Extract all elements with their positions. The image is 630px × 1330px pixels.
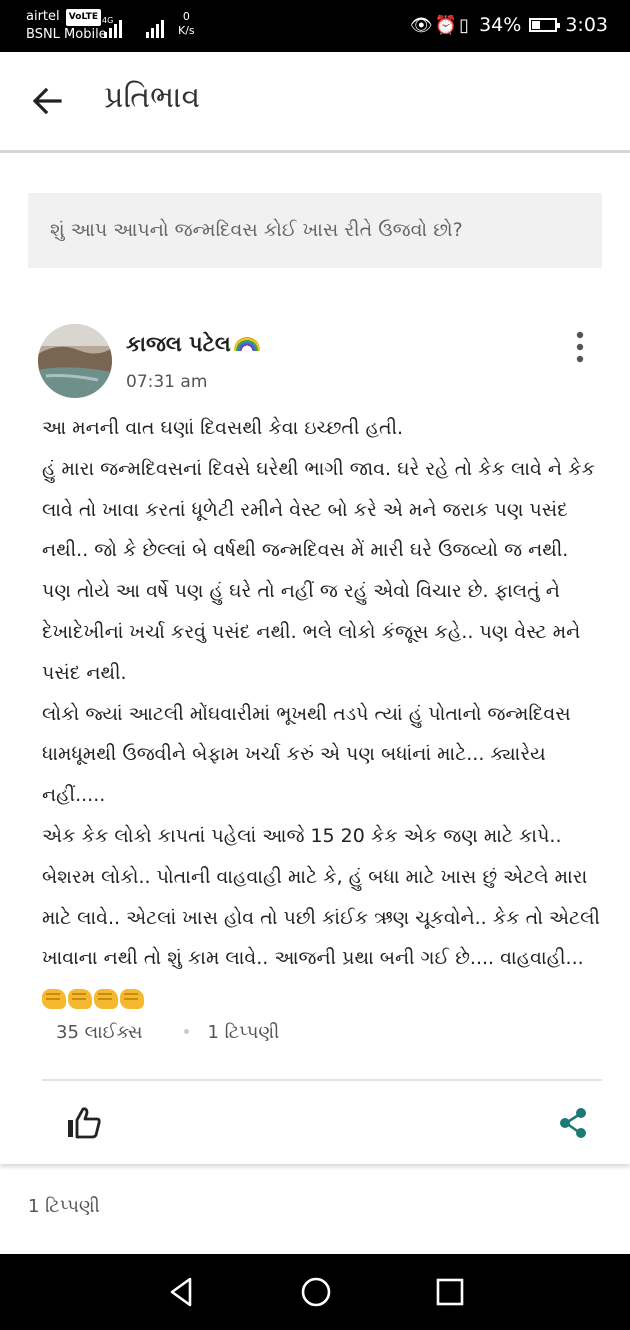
post-paragraph: હું મારા જન્મદિવસનાં દિવસે ઘરેથી ભાગી જા… [42, 457, 595, 684]
post-card: કાજલ પટેલ 07:31 am આ મનની વાત ઘણાં દિવસથ… [0, 300, 630, 1164]
arrow-left-icon[interactable] [30, 84, 64, 118]
thumbs-up-icon[interactable] [66, 1106, 102, 1140]
post-paragraph-text: એક કેક લોકો કાપતાં પહેલાં આજે 15 20 કેક … [42, 824, 600, 970]
eye-alarm-vibrate-icon: 👁⏰▯ [409, 14, 472, 36]
comments-count-link[interactable]: 1 ટિપ્પણી [207, 1022, 279, 1043]
separator-dot [184, 1029, 190, 1034]
network-speed: 0 K/s [178, 10, 195, 38]
nav-back-icon[interactable] [164, 1274, 200, 1310]
oncoming-fist-icon [68, 989, 92, 1010]
status-bar: airtel VoLTE BSNL Mobile 4G 0 K/s 👁⏰▯ 34… [0, 0, 630, 52]
author-name-text: કાજલ પટેલ [126, 332, 231, 356]
more-vert-icon[interactable] [570, 330, 590, 364]
nav-recents-icon[interactable] [432, 1274, 468, 1310]
oncoming-fist-icon [42, 989, 66, 1010]
system-nav-bar [0, 1254, 630, 1330]
oncoming-fist-icon [94, 989, 118, 1010]
post-stats: 35 લાઈક્સ 1 ટિપ્પણી [56, 1022, 279, 1043]
carrier-secondary: BSNL Mobile [26, 27, 107, 42]
carrier-info: airtel VoLTE BSNL Mobile [26, 8, 107, 43]
app-bar: પ્રતિભાવ [0, 52, 630, 153]
battery-percent: 34% [479, 14, 522, 36]
comments-section-count: 1 ટિપ્પણી [28, 1196, 100, 1217]
page-title: પ્રતિભાવ [104, 80, 201, 115]
post-body: આ મનની વાત ઘણાં દિવસથી કેવા ઇચ્છતી હતી. … [42, 408, 602, 1020]
share-icon[interactable] [558, 1106, 588, 1140]
volte-badge: VoLTE [65, 9, 101, 26]
avatar[interactable] [38, 324, 112, 398]
post-paragraph: આ મનની વાત ઘણાં દિવસથી કેવા ઇચ્છતી હતી. [42, 417, 404, 439]
battery-fill [532, 21, 541, 29]
clock: 3:03 [565, 14, 608, 36]
svg-text:4G: 4G [102, 16, 113, 25]
post-paragraph: એક કેક લોકો કાપતાં પહેલાં આજે 15 20 કેક … [42, 816, 602, 1020]
nav-home-icon[interactable] [298, 1274, 334, 1310]
likes-count[interactable]: 35 લાઈક્સ [56, 1022, 142, 1043]
oncoming-fist-icon [120, 989, 144, 1010]
question-banner[interactable]: શું આપ આપનો જન્મદિવસ કોઈ ખાસ રીતે ઉજવો છ… [28, 193, 602, 268]
divider [42, 1079, 602, 1081]
author-name[interactable]: કાજલ પટેલ [126, 332, 260, 357]
net-speed-unit: K/s [178, 24, 195, 37]
net-speed-value: 0 [182, 10, 190, 23]
oncoming-fist-emojis [42, 989, 144, 1010]
post-time: 07:31 am [126, 372, 208, 392]
rainbow-icon [233, 337, 260, 351]
status-right: 👁⏰▯ 34% 3:03 [410, 14, 608, 36]
question-text: શું આપ આપનો જન્મદિવસ કોઈ ખાસ રીતે ઉજવો છ… [50, 219, 463, 241]
carrier-primary: airtel [26, 9, 60, 24]
post-paragraph: લોકો જ્યાં આટલી મોંઘવારીમાં ભૂખથી તડપે ત… [42, 702, 571, 807]
battery-icon [529, 18, 561, 32]
